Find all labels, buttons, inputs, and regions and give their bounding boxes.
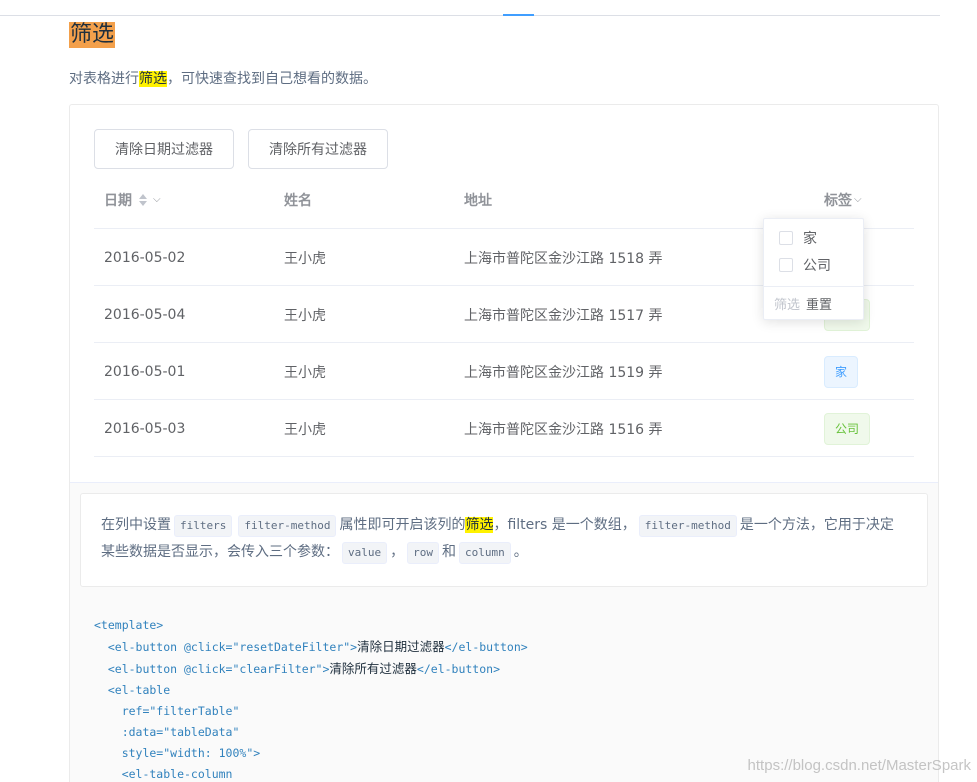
filter-confirm-button[interactable]: 筛选	[774, 294, 800, 313]
desc-text: 属性即可开启该列的	[339, 517, 466, 533]
sort-caret-icon[interactable]	[139, 194, 147, 206]
desc-text: 和	[442, 544, 456, 560]
intro-after: ，可快速查找到自己想看的数据。	[167, 71, 377, 87]
tag-filter-dropdown: 家 公司 筛选 重置	[763, 218, 864, 320]
intro-text: 对表格进行筛选，可快速查找到自己想看的数据。	[69, 69, 377, 89]
filter-reset-button[interactable]: 重置	[806, 294, 832, 313]
code-fragment: <el-button @click="resetDateFilter">	[94, 640, 358, 654]
cell-name: 王小虎	[284, 421, 326, 438]
cell-address: 上海市普陀区金沙江路 1517 弄	[464, 307, 663, 324]
code-fragment: </el-button>	[416, 662, 501, 676]
tag-company-badge: 公司	[824, 412, 871, 445]
desc-text: ，filters 是一个数组，	[493, 517, 636, 533]
filter-option-label: 家	[803, 231, 817, 247]
code-chip: filters	[174, 515, 233, 537]
code-line: :data="tableData"	[94, 725, 240, 739]
code-block: <template> <el-button @click="resetDateF…	[94, 615, 528, 782]
cell-date: 2016-05-01	[104, 363, 186, 380]
table-row: 2016-05-01 王小虎 上海市普陀区金沙江路 1519 弄 家	[94, 343, 914, 400]
desc-highlight: 筛选	[465, 517, 494, 533]
filter-option-label: 公司	[803, 258, 831, 274]
filter-dropdown-footer: 筛选 重置	[764, 286, 863, 320]
header-tag-label: 标签	[824, 193, 852, 209]
code-line: <template>	[94, 618, 164, 632]
checkbox[interactable]	[779, 231, 793, 245]
table-row: 2016-05-03 王小虎 上海市普陀区金沙江路 1516 弄 公司	[94, 400, 914, 457]
filter-chevron-down-icon[interactable]: ⌵	[153, 194, 161, 205]
code-fragment: <el-button @click="clearFilter">	[94, 662, 330, 676]
header-address: 地址	[464, 193, 492, 209]
code-line: style="width: 100%">	[94, 746, 261, 760]
code-line: <el-button @click="resetDateFilter">清除日期…	[94, 636, 528, 658]
cell-address: 上海市普陀区金沙江路 1519 弄	[464, 364, 663, 381]
code-fragment: 清除日期过滤器	[357, 639, 445, 654]
header-name: 姓名	[284, 193, 312, 209]
page-title: 筛选	[69, 22, 116, 48]
code-fragment: </el-button>	[444, 640, 528, 654]
watermark: https://blog.csdn.net/MasterSpark	[747, 757, 971, 774]
code-line: <el-table	[94, 683, 171, 697]
filter-option-home[interactable]: 家	[779, 228, 817, 248]
intro-highlight: 筛选	[139, 71, 167, 87]
code-chip: value	[342, 542, 388, 564]
cell-tag: 家	[824, 343, 859, 400]
code-chip: filter-method	[238, 515, 337, 537]
code-line: <el-button @click="clearFilter">清除所有过滤器<…	[94, 658, 528, 680]
active-tab-indicator	[503, 14, 534, 16]
code-line: ref="filterTable"	[94, 704, 240, 718]
code-line: <el-table-column	[94, 767, 233, 781]
desc-text: 。	[513, 544, 528, 560]
cell-name: 王小虎	[284, 250, 326, 267]
cell-address: 上海市普陀区金沙江路 1516 弄	[464, 421, 663, 438]
filter-chevron-down-icon[interactable]: ⌵	[854, 194, 862, 205]
cell-name: 王小虎	[284, 307, 326, 324]
header-date[interactable]: 日期 ⌵	[104, 171, 161, 229]
code-fragment: 清除所有过滤器	[329, 661, 417, 676]
cell-date: 2016-05-04	[104, 306, 186, 323]
description-box: 在列中设置 filters filter-method 属性即可开启该列的筛选，fil…	[80, 493, 928, 587]
clear-all-filters-button[interactable]: 清除所有过滤器	[248, 129, 388, 169]
desc-text: ，	[390, 544, 405, 560]
cell-date: 2016-05-03	[104, 420, 186, 437]
cell-date: 2016-05-02	[104, 249, 186, 266]
filter-option-company[interactable]: 公司	[779, 255, 831, 275]
code-chip: row	[407, 542, 439, 564]
cell-name: 王小虎	[284, 364, 326, 381]
code-chip: filter-method	[638, 515, 737, 537]
checkbox[interactable]	[779, 258, 793, 272]
cell-address: 上海市普陀区金沙江路 1518 弄	[464, 250, 663, 267]
demo-meta: 在列中设置 filters filter-method 属性即可开启该列的筛选，fil…	[70, 482, 938, 782]
demo-block: 清除日期过滤器 清除所有过滤器 日期 ⌵ 姓名 地址 标签 ⌵ 2016-05-…	[69, 104, 939, 782]
cell-tag: 公司	[824, 400, 871, 457]
header-date-label: 日期	[104, 193, 132, 209]
clear-date-filter-button[interactable]: 清除日期过滤器	[94, 129, 234, 169]
code-chip: column	[459, 542, 511, 564]
top-divider	[0, 15, 940, 16]
tag-home-badge: 家	[824, 355, 859, 388]
intro-before: 对表格进行	[69, 71, 139, 87]
desc-text: 在列中设置	[101, 517, 171, 533]
